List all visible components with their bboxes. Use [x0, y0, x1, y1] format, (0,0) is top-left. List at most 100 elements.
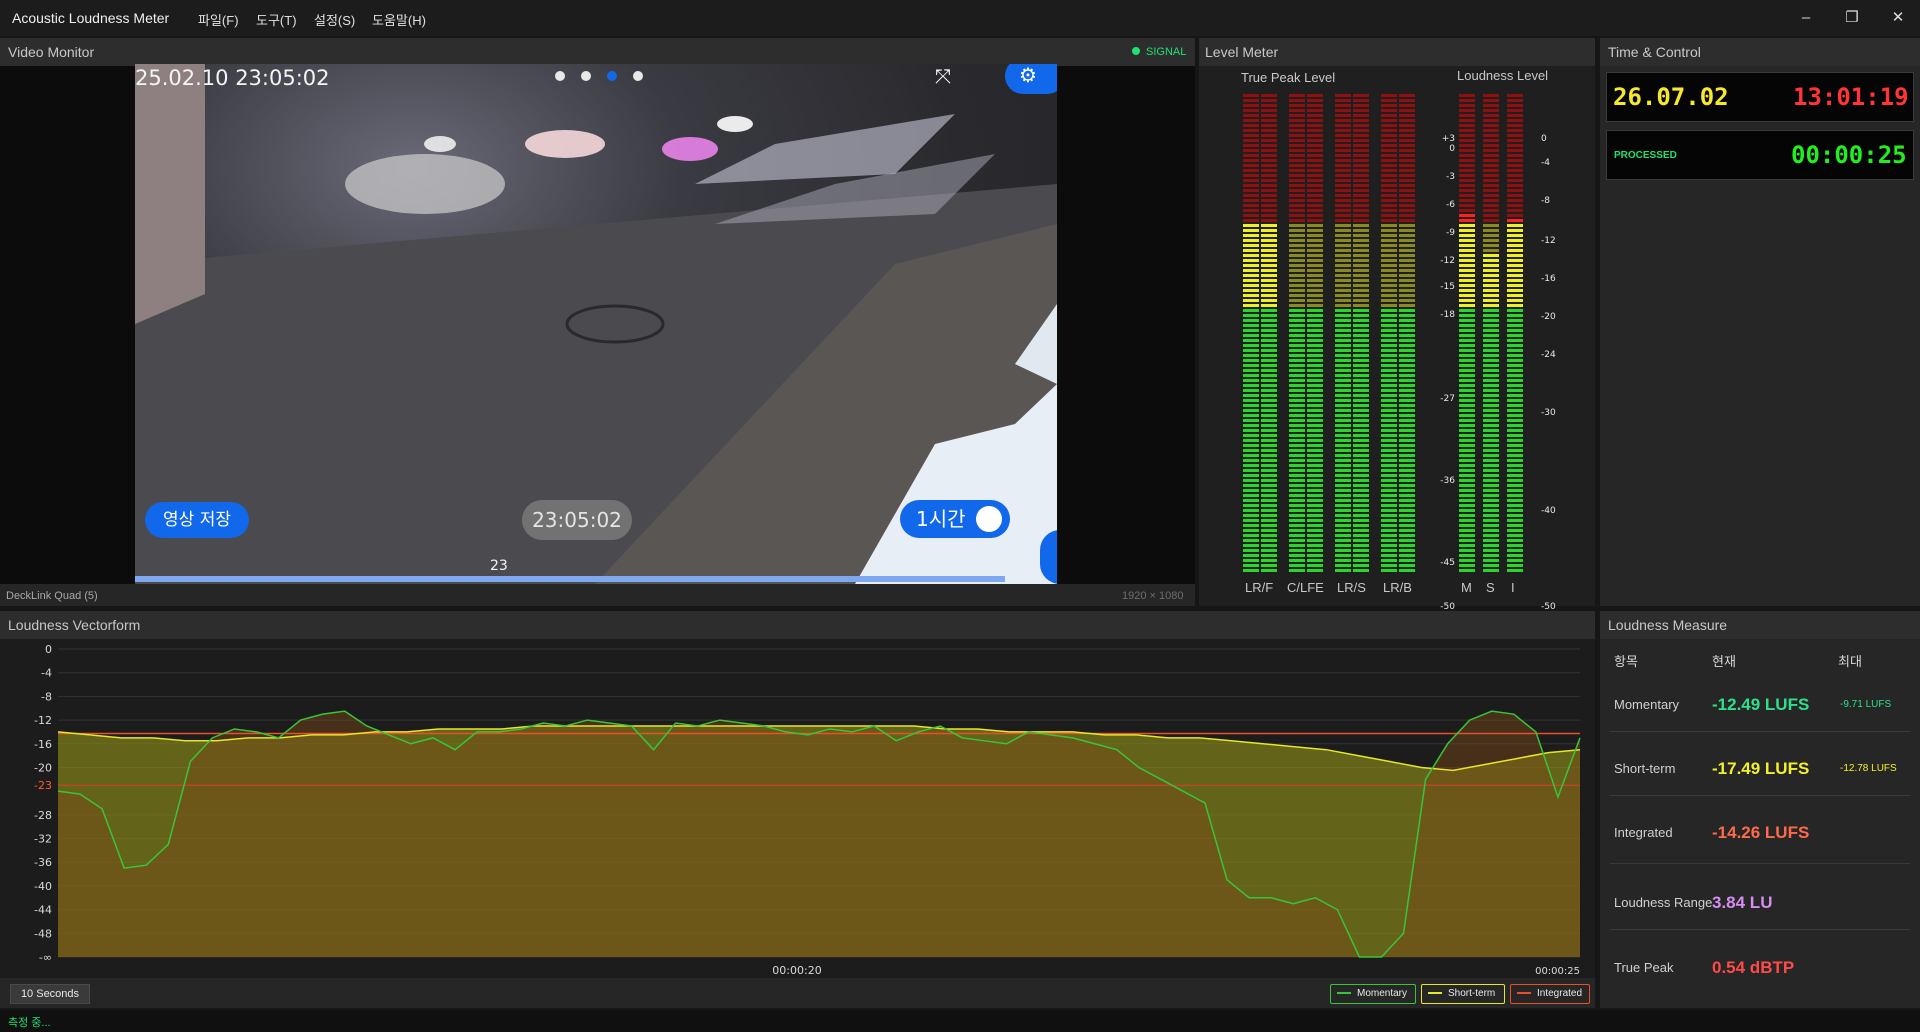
ld-scale-label: -24 — [1541, 350, 1556, 360]
status-bar: 측정 중... — [0, 1010, 1920, 1032]
time-window-button[interactable]: 10 Seconds — [10, 984, 90, 1004]
header-max: 최대 — [1838, 654, 1862, 669]
tp-channel-label: C/LFE — [1287, 580, 1324, 595]
restore-button[interactable]: ❐ — [1832, 6, 1872, 30]
loudness-measure-header: Loudness Measure — [1600, 611, 1920, 639]
y-tick-label: -23 — [34, 779, 52, 792]
tp-scale-label: -15 — [1440, 282, 1455, 292]
menu-tools[interactable]: 도구(T) — [256, 10, 297, 29]
loudness-range-value: 3.84 LU — [1712, 893, 1773, 912]
short-term-value: -17.49 LUFS — [1712, 759, 1810, 778]
tp-meter-d-right — [1399, 94, 1415, 574]
legend-momentary[interactable]: Momentary — [1330, 984, 1416, 1004]
true-peak-value: 0.54 dBTP — [1712, 958, 1795, 977]
y-tick-label: -8 — [41, 690, 52, 703]
page-dot[interactable] — [633, 71, 643, 81]
y-tick-label: -44 — [34, 904, 52, 917]
short-term-label: Short-term — [1614, 761, 1676, 776]
row-divider — [1610, 731, 1910, 732]
scrub-marker-label: 23 — [490, 558, 508, 574]
y-tick-label: 0 — [45, 643, 52, 656]
momentary-value: -12.49 LUFS — [1712, 695, 1810, 714]
page-dot[interactable] — [555, 71, 565, 81]
meter-graph: +3 0 -3 -6 -9 -12 -15 -18 -27 -36 -45 -50 0 -4 -8 -12 -1… — [1199, 38, 1595, 612]
tp-scale-label: -3 — [1446, 172, 1455, 182]
device-label: DeckLink Quad (5) — [6, 590, 98, 602]
menu-file[interactable]: 파일(F) — [198, 10, 239, 29]
ld-meter-s — [1483, 94, 1499, 574]
integrated-label: Integrated — [1614, 825, 1673, 840]
x-tick-label: 00:00:25 — [1535, 966, 1580, 977]
page-dot-active[interactable] — [607, 71, 617, 81]
tp-meter-c-left — [1335, 94, 1351, 574]
minimize-button[interactable]: – — [1786, 6, 1826, 30]
fullscreen-exit-icon[interactable]: ⤧ — [935, 66, 951, 89]
y-tick-label: -28 — [34, 809, 52, 822]
ld-meter-i — [1507, 94, 1523, 574]
tp-meter-b-right — [1307, 94, 1323, 574]
legend-short-term[interactable]: Short-term — [1421, 984, 1505, 1004]
camera-datetime: 25.02.10 23:05:02 — [135, 66, 330, 90]
legend-integrated-label: Integrated — [1537, 988, 1583, 999]
ld-scale-label: -4 — [1541, 158, 1550, 168]
loudness-measure-panel: Loudness Measure 항목 현재 최대 Momentary -12.… — [1600, 611, 1920, 1008]
ld-scale-label: -30 — [1541, 408, 1556, 418]
menu-help[interactable]: 도움말(H) — [372, 10, 426, 29]
processed-time-readout: 00:00:25 — [1791, 141, 1907, 169]
resolution-label: 1920 × 1080 — [1122, 590, 1184, 602]
title-bar: Acoustic Loudness Meter 파일(F) 도구(T) 설정(S… — [0, 0, 1920, 36]
y-tick-label: -48 — [34, 927, 52, 940]
tp-channel-label: LR/F — [1245, 580, 1274, 595]
app-title: Acoustic Loudness Meter — [12, 10, 170, 26]
time-pill: 23:05:02 — [522, 500, 632, 540]
x-tick-label: 00:00:20 — [772, 964, 821, 977]
video-monitor-header: Video Monitor SIGNAL — [0, 38, 1195, 66]
duration-toggle[interactable]: 1시간 — [900, 500, 1010, 538]
tp-channel-label: LR/S — [1337, 580, 1366, 595]
ld-scale-label: -40 — [1541, 506, 1556, 516]
video-frame: 25.02.10 23:05:02 ⤧ ⚙ 영상 저장 23:05:02 1시간… — [135, 64, 1057, 584]
ld-channel-label: M — [1461, 580, 1472, 595]
save-video-button[interactable]: 영상 저장 — [145, 502, 249, 538]
tp-scale-label: -45 — [1440, 558, 1455, 568]
y-tick-label: -36 — [34, 856, 52, 869]
integrated-swatch-icon — [1517, 992, 1531, 995]
close-button[interactable]: ✕ — [1878, 6, 1918, 30]
page-dot[interactable] — [581, 71, 591, 81]
ld-scale-label: -20 — [1541, 312, 1556, 322]
tp-scale-label: -9 — [1446, 228, 1455, 238]
signal-label: SIGNAL — [1146, 46, 1187, 58]
legend-integrated[interactable]: Integrated — [1510, 984, 1590, 1004]
menu-settings[interactable]: 설정(S) — [314, 10, 355, 29]
level-meter-panel: Level Meter True Peak Level Loudness Lev… — [1199, 38, 1595, 612]
loudness-measure-title: Loudness Measure — [1608, 617, 1728, 633]
tp-scale-label: -6 — [1446, 200, 1455, 210]
momentary-label: Momentary — [1614, 697, 1680, 712]
true-peak-label: True Peak — [1614, 960, 1674, 975]
short-term-swatch-icon — [1428, 992, 1442, 995]
y-tick-label: -20 — [34, 761, 52, 774]
page-dots — [555, 68, 643, 86]
integrated-value: -14.26 LUFS — [1712, 823, 1810, 842]
tp-scale-label: -27 — [1440, 394, 1455, 404]
vectorform-chart: 0 -4 -8 -12 -16 -20 -23 -28 -32 -36 -40 -44 -48 -∞ 00:… — [34, 643, 1581, 977]
legend-momentary-label: Momentary — [1357, 988, 1408, 999]
header-item: 항목 — [1614, 654, 1638, 669]
row-divider — [1610, 929, 1910, 930]
settings-gear-icon[interactable]: ⚙ — [1005, 64, 1057, 94]
tp-scale-label: 0 — [1449, 144, 1455, 154]
ld-scale-label: 0 — [1541, 134, 1547, 144]
time-readout: 13:01:19 — [1793, 83, 1909, 111]
vectorform-title: Loudness Vectorform — [8, 617, 141, 633]
y-tick-label: -40 — [34, 880, 52, 893]
row-divider — [1610, 863, 1910, 864]
time-control-header: Time & Control — [1600, 38, 1920, 66]
y-tick-label: -∞ — [39, 951, 52, 964]
row-divider — [1610, 795, 1910, 796]
short-term-max: -12.78 LUFS — [1840, 763, 1897, 774]
tp-meter-d-left — [1381, 94, 1397, 574]
y-tick-label: -16 — [34, 738, 52, 751]
header-current: 현재 — [1712, 654, 1736, 669]
momentary-max: -9.71 LUFS — [1840, 699, 1892, 710]
video-monitor-title: Video Monitor — [8, 44, 95, 60]
